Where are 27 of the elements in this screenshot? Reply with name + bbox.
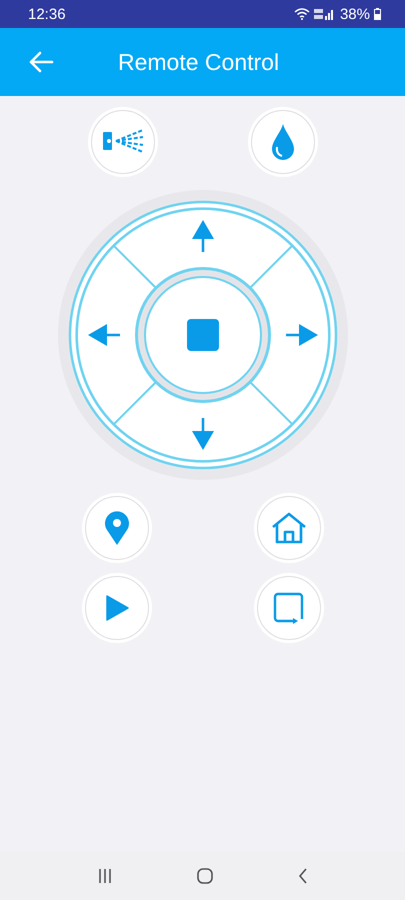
square-path-icon [272, 592, 304, 624]
stop-icon [186, 319, 218, 351]
water-drop-icon [270, 123, 296, 161]
back-nav-icon[interactable] [296, 868, 308, 884]
battery-level: 38% [340, 6, 370, 22]
turn-right-button[interactable] [248, 244, 330, 426]
edge-clean-button[interactable] [256, 576, 320, 640]
wifi-icon [294, 8, 310, 20]
home-icon [270, 512, 306, 544]
forward-button[interactable] [112, 208, 293, 289]
status-time: 12:36 [28, 6, 66, 22]
signal-icon [314, 8, 336, 20]
spray-button[interactable] [90, 110, 154, 174]
location-pin-icon [104, 510, 130, 546]
screen-title: Remote Control [118, 48, 280, 76]
turn-left-button[interactable] [76, 244, 156, 426]
water-button[interactable] [250, 110, 314, 174]
recent-apps-icon[interactable] [96, 868, 112, 884]
battery-icon [374, 8, 381, 20]
play-button[interactable] [84, 576, 148, 640]
back-icon [28, 51, 54, 73]
stop-button[interactable] [136, 268, 270, 402]
home-nav-icon[interactable] [196, 867, 214, 885]
backward-button[interactable] [112, 381, 293, 462]
location-button[interactable] [84, 496, 148, 560]
play-icon [104, 595, 128, 621]
home-button[interactable] [256, 496, 320, 560]
